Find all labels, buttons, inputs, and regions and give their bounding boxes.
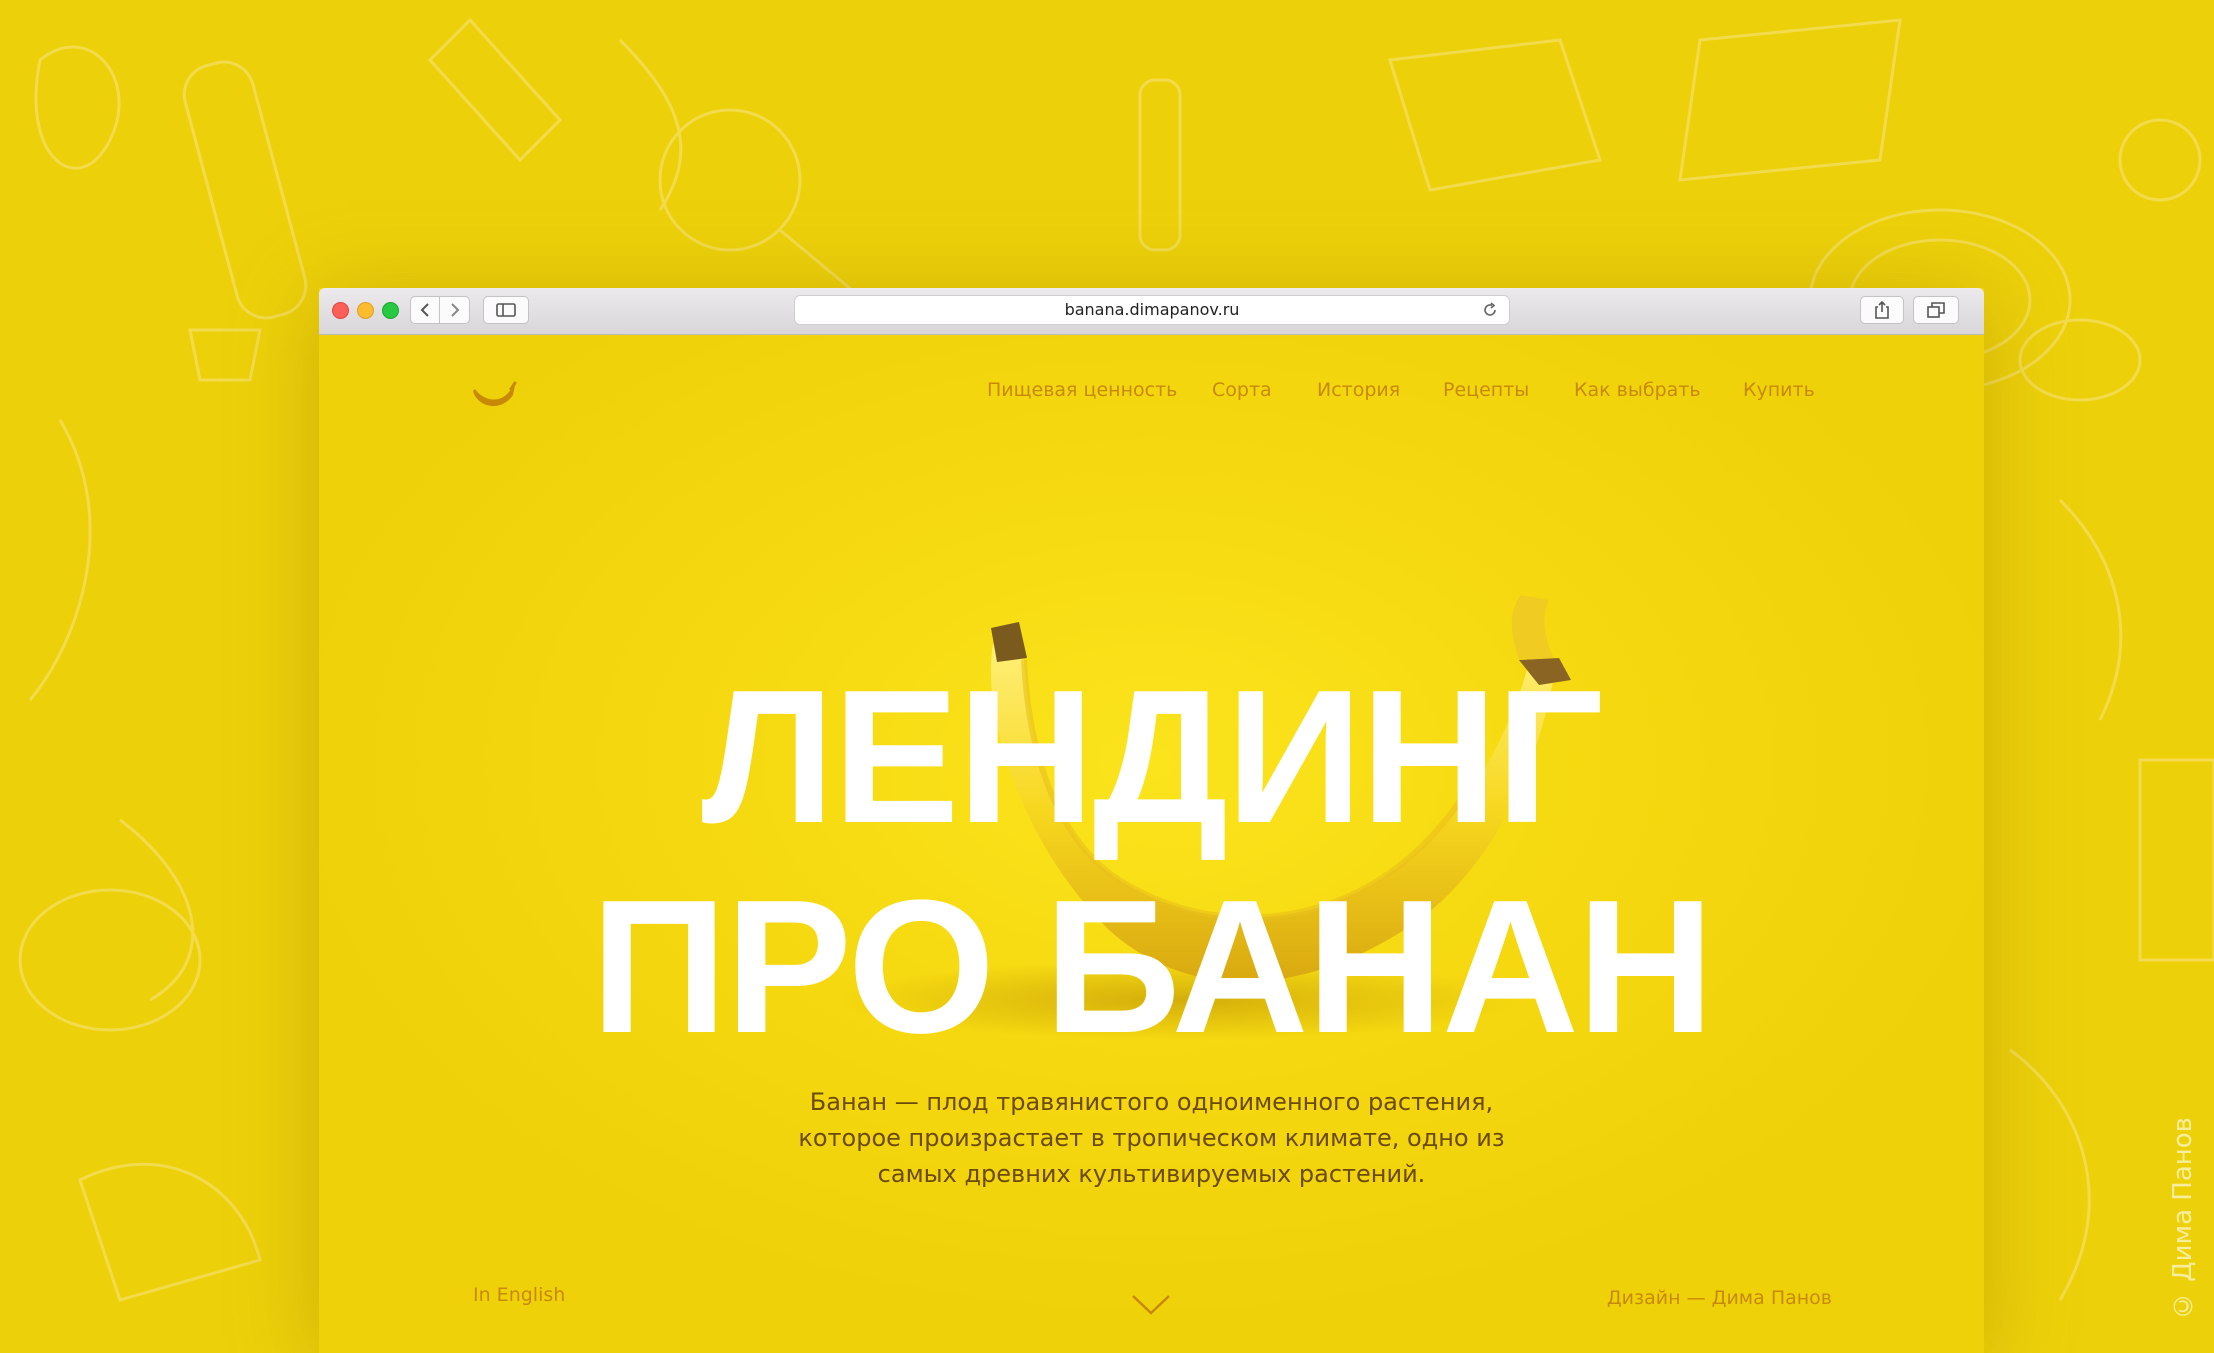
nav-item-varieties[interactable]: Сорта: [1212, 379, 1272, 401]
chevron-right-icon: [450, 303, 459, 317]
browser-window: banana.dimapanov.ru Пищевая ценность Сор…: [319, 288, 1984, 1353]
browser-toolbar: banana.dimapanov.ru: [319, 288, 1984, 335]
chevron-down-icon[interactable]: [1131, 1293, 1171, 1317]
hero-description: Банан — плод травянистого одноименного р…: [789, 1084, 1514, 1192]
nav-item-buy[interactable]: Купить: [1743, 379, 1815, 401]
hero-title: ЛЕНДИНГ ПРО БАНАН: [319, 652, 1984, 1072]
nav-item-history[interactable]: История: [1317, 379, 1400, 401]
chevron-left-icon: [420, 303, 429, 317]
hero-title-line-1: ЛЕНДИНГ: [701, 651, 1603, 864]
sidebar-toggle-button[interactable]: [483, 296, 529, 324]
landing-page: Пищевая ценность Сорта История Рецепты К…: [319, 335, 1984, 1353]
back-button[interactable]: [410, 296, 440, 324]
nav-item-recipes[interactable]: Рецепты: [1443, 379, 1529, 401]
sidebar-icon: [496, 303, 516, 317]
url-text: banana.dimapanov.ru: [1064, 300, 1240, 319]
hero-title-line-2: ПРО БАНАН: [590, 861, 1715, 1074]
forward-button[interactable]: [440, 296, 470, 324]
language-switch-link[interactable]: In English: [473, 1284, 565, 1306]
description-line-1: Банан — плод травянистого одноименного р…: [809, 1088, 1494, 1116]
share-icon: [1875, 300, 1889, 319]
share-button[interactable]: [1860, 296, 1904, 324]
watermark: © Дима Панов: [2168, 1117, 2198, 1320]
nav-item-how-to-choose[interactable]: Как выбрать: [1574, 379, 1701, 401]
main-nav: Пищевая ценность Сорта История Рецепты К…: [319, 379, 1984, 419]
reload-icon[interactable]: [1481, 301, 1499, 319]
description-line-2: которое произрастает в тропическом клима…: [798, 1124, 1505, 1152]
close-window-button[interactable]: [332, 302, 349, 319]
show-tabs-button[interactable]: [1913, 296, 1959, 324]
description-line-3: самых древних культивируемых растений.: [877, 1160, 1426, 1188]
design-credit-link[interactable]: Дизайн — Дима Панов: [1607, 1287, 1832, 1309]
nav-item-nutrition[interactable]: Пищевая ценность: [987, 379, 1177, 401]
address-bar[interactable]: banana.dimapanov.ru: [794, 295, 1510, 325]
tabs-icon: [1927, 302, 1945, 318]
minimize-window-button[interactable]: [357, 302, 374, 319]
zoom-window-button[interactable]: [382, 302, 399, 319]
